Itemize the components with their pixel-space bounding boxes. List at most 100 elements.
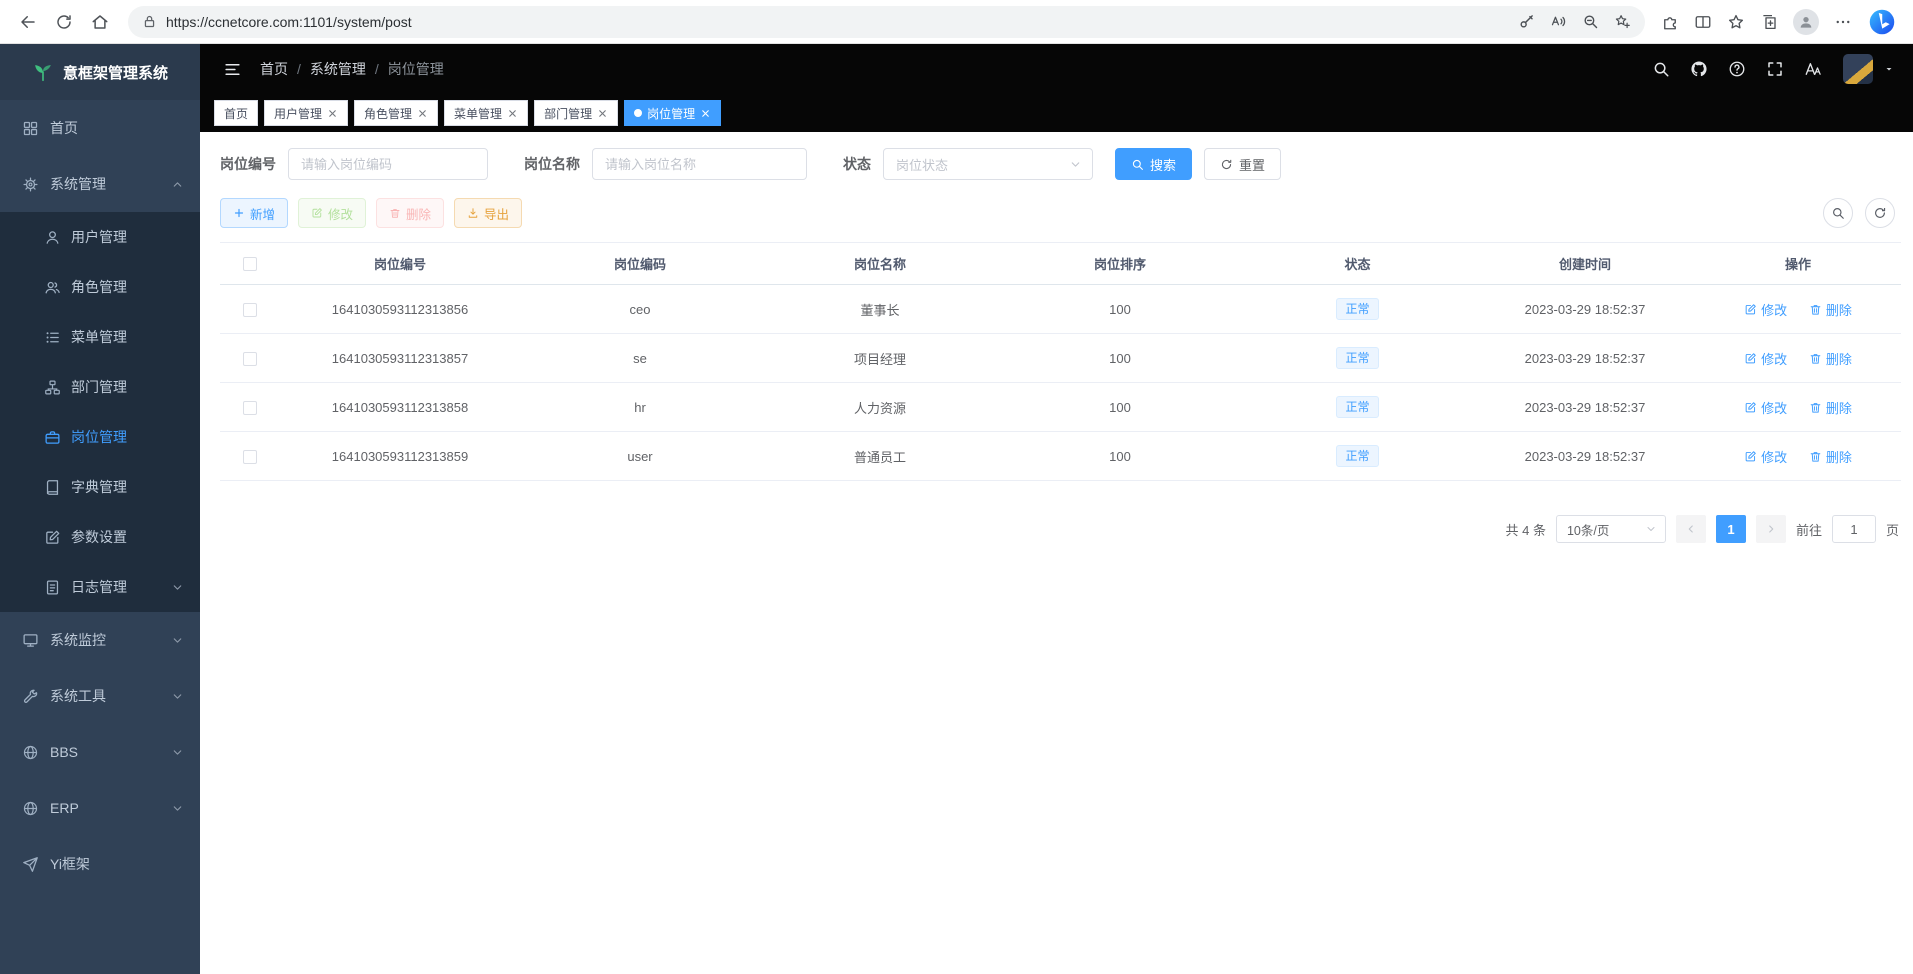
browser-profile-avatar[interactable] [1793, 9, 1819, 35]
read-aloud-icon[interactable] [1550, 13, 1567, 30]
col-post-name: 岗位名称 [760, 243, 1000, 285]
zoom-out-icon[interactable] [1582, 13, 1599, 30]
sidebar-item-user-mgmt[interactable]: 用户管理 [0, 212, 200, 262]
row-edit-link[interactable]: 修改 [1744, 349, 1787, 368]
cell-checkbox [220, 334, 280, 383]
breadcrumb-home[interactable]: 首页 [260, 59, 288, 79]
row-delete-link[interactable]: 删除 [1809, 300, 1852, 319]
search-icon [1652, 60, 1670, 78]
toggle-search-button[interactable] [1823, 198, 1853, 228]
tab-menu-mgmt[interactable]: 菜单管理 [444, 100, 528, 126]
url-text[interactable]: https://ccnetcore.com:1101/system/post [166, 14, 1509, 30]
favorites-icon[interactable] [1727, 13, 1745, 31]
row-edit-link[interactable]: 修改 [1744, 447, 1787, 466]
sidebar-item-erp[interactable]: ERP [0, 780, 200, 836]
caret-down-icon[interactable] [1883, 63, 1895, 75]
tab-home[interactable]: 首页 [214, 100, 258, 126]
sidebar-item-role-mgmt[interactable]: 角色管理 [0, 262, 200, 312]
sidebar-item-dept-mgmt[interactable]: 部门管理 [0, 362, 200, 412]
close-icon[interactable] [597, 108, 608, 119]
sidebar-item-system-mgmt[interactable]: 系统管理 [0, 156, 200, 212]
goto-page-input[interactable] [1832, 515, 1876, 543]
close-icon[interactable] [507, 108, 518, 119]
app-logo: 意框架管理系统 [0, 44, 200, 100]
status-select[interactable]: 岗位状态 [883, 148, 1093, 180]
table-row[interactable]: 1641030593112313858 hr 人力资源 100 正常 2023-… [220, 383, 1901, 432]
sidebar-item-log-mgmt[interactable]: 日志管理 [0, 562, 200, 612]
fullscreen-button[interactable] [1759, 53, 1791, 85]
reset-button[interactable]: 重置 [1204, 148, 1281, 180]
fullscreen-icon [1766, 60, 1784, 78]
search-button[interactable]: 搜索 [1115, 148, 1192, 180]
github-button[interactable] [1683, 53, 1715, 85]
select-all-header [220, 243, 280, 285]
back-button[interactable] [10, 5, 46, 39]
close-icon[interactable] [700, 108, 711, 119]
post-name-input[interactable] [592, 148, 807, 180]
tab-role-mgmt[interactable]: 角色管理 [354, 100, 438, 126]
chevron-down-icon [171, 634, 184, 647]
reload-button[interactable] [46, 5, 82, 39]
sidebar-item-yi-framework[interactable]: Yi框架 [0, 836, 200, 892]
tab-dept-mgmt[interactable]: 部门管理 [534, 100, 618, 126]
extensions-icon[interactable] [1661, 13, 1679, 31]
sidebar-item-system-tools[interactable]: 系统工具 [0, 668, 200, 724]
sidebar-item-bbs[interactable]: BBS [0, 724, 200, 780]
table-row[interactable]: 1641030593112313857 se 项目经理 100 正常 2023-… [220, 334, 1901, 383]
close-icon[interactable] [327, 108, 338, 119]
prev-page-button[interactable] [1676, 515, 1706, 543]
sidebar-item-home[interactable]: 首页 [0, 100, 200, 156]
row-checkbox[interactable] [243, 352, 257, 366]
pagination-total: 共 4 条 [1506, 520, 1546, 539]
row-edit-link[interactable]: 修改 [1744, 300, 1787, 319]
font-size-button[interactable] [1797, 53, 1829, 85]
table-row[interactable]: 1641030593112313859 user 普通员工 100 正常 202… [220, 432, 1901, 481]
password-key-icon[interactable] [1518, 13, 1535, 30]
row-checkbox[interactable] [243, 401, 257, 415]
bing-chat-icon[interactable] [1867, 7, 1897, 37]
person-icon [1798, 14, 1814, 30]
trash-icon [1809, 401, 1822, 414]
help-button[interactable] [1721, 53, 1753, 85]
delete-button[interactable]: 删除 [376, 198, 444, 228]
site-lock-icon[interactable] [142, 14, 157, 29]
table-row[interactable]: 1641030593112313856 ceo 董事长 100 正常 2023-… [220, 285, 1901, 334]
sidebar-item-menu-mgmt[interactable]: 菜单管理 [0, 312, 200, 362]
tags-view: 首页 用户管理 角色管理 菜单管理 部门管理 岗位管理 [200, 94, 1913, 132]
sidebar-item-post-mgmt[interactable]: 岗位管理 [0, 412, 200, 462]
page-size-select[interactable]: 10条/页 [1556, 515, 1666, 543]
refresh-table-button[interactable] [1865, 198, 1895, 228]
tab-post-mgmt[interactable]: 岗位管理 [624, 100, 721, 126]
navbar-search-button[interactable] [1645, 53, 1677, 85]
user-avatar[interactable] [1843, 54, 1873, 84]
page-number-button[interactable]: 1 [1716, 515, 1746, 543]
sidebar-item-param-settings[interactable]: 参数设置 [0, 512, 200, 562]
globe-icon [22, 800, 39, 817]
breadcrumb-system-mgmt[interactable]: 系统管理 [310, 59, 366, 79]
row-checkbox[interactable] [243, 450, 257, 464]
collections-icon[interactable] [1760, 13, 1778, 31]
export-button[interactable]: 导出 [454, 198, 522, 228]
edit-button[interactable]: 修改 [298, 198, 366, 228]
browser-menu-icon[interactable] [1834, 13, 1852, 31]
cell-status: 正常 [1240, 285, 1475, 334]
split-screen-icon[interactable] [1694, 13, 1712, 31]
select-all-checkbox[interactable] [243, 257, 257, 271]
sidebar-item-dict-mgmt[interactable]: 字典管理 [0, 462, 200, 512]
post-code-input[interactable] [288, 148, 488, 180]
row-delete-link[interactable]: 删除 [1809, 447, 1852, 466]
row-checkbox[interactable] [243, 303, 257, 317]
close-icon[interactable] [417, 108, 428, 119]
add-favorite-icon[interactable] [1614, 13, 1631, 30]
address-bar[interactable]: https://ccnetcore.com:1101/system/post [128, 6, 1645, 38]
row-edit-link[interactable]: 修改 [1744, 398, 1787, 417]
tab-user-mgmt[interactable]: 用户管理 [264, 100, 348, 126]
sidebar-toggle-button[interactable] [218, 55, 246, 83]
breadcrumb-separator [297, 61, 301, 77]
sidebar-item-system-monitor[interactable]: 系统监控 [0, 612, 200, 668]
row-delete-link[interactable]: 删除 [1809, 349, 1852, 368]
row-delete-link[interactable]: 删除 [1809, 398, 1852, 417]
browser-home-button[interactable] [82, 5, 118, 39]
add-button[interactable]: 新增 [220, 198, 288, 228]
next-page-button[interactable] [1756, 515, 1786, 543]
